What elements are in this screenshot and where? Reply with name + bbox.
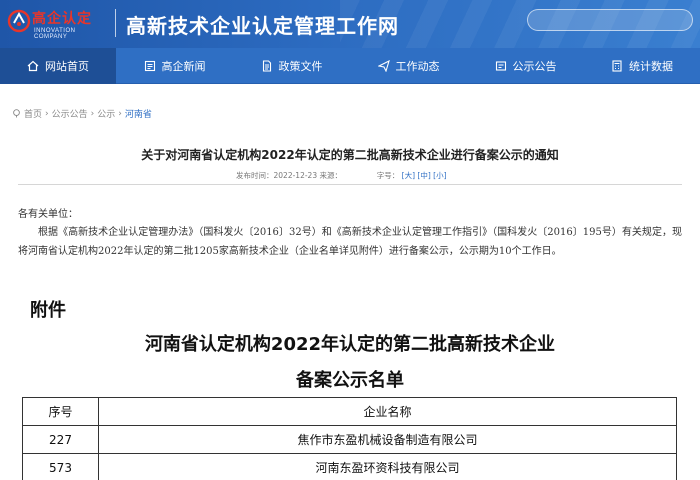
site-logo[interactable]: 高企认定 INNOVATION COMPANY bbox=[6, 5, 110, 43]
breadcrumb-separator: › bbox=[45, 108, 49, 119]
breadcrumb-home[interactable]: 首页 bbox=[24, 107, 42, 120]
article-title: 关于对河南省认定机构2022年认定的第二批高新技术企业进行备案公示的通知 bbox=[141, 148, 559, 162]
nav-label: 网站首页 bbox=[45, 60, 89, 73]
nav-label: 高企新闻 bbox=[161, 60, 206, 73]
logo-text: 高企认定 bbox=[32, 11, 92, 27]
location-icon bbox=[13, 109, 20, 118]
nav-label: 工作动态 bbox=[395, 60, 440, 73]
nav-item-news[interactable]: 高企新闻 bbox=[116, 48, 233, 84]
row-number: 227 bbox=[22, 425, 99, 454]
logo-icon bbox=[7, 9, 31, 33]
logo-subtext: INNOVATION COMPANY bbox=[34, 28, 76, 40]
nav-item-home[interactable]: 网站首页 bbox=[0, 48, 116, 84]
list-title-line1: 河南省认定机构2022年认定的第二批高新技术企业 bbox=[144, 334, 556, 355]
font-size-small-link[interactable]: [小] bbox=[433, 171, 446, 180]
article-meta: 发布时间：2022-12-23 来源： 字号： [大] [中] [小] bbox=[236, 170, 447, 181]
company-name: 焦作市东盈机械设备制造有限公司 bbox=[98, 425, 677, 454]
row-number: 573 bbox=[22, 453, 99, 480]
breadcrumb-notices[interactable]: 公示公告 bbox=[52, 107, 88, 120]
nav-item-notices[interactable]: 公示公告 bbox=[467, 48, 584, 84]
table-row: 227 焦作市东盈机械设备制造有限公司 bbox=[22, 425, 677, 454]
breadcrumb-separator: › bbox=[90, 108, 95, 119]
company-name: 河南东盈环资科技有限公司 bbox=[98, 453, 677, 480]
send-icon bbox=[377, 60, 390, 72]
nav-label: 公示公告 bbox=[512, 60, 557, 73]
breadcrumb: 首页 › 公示公告 › 公示 › 河南省 bbox=[12, 107, 152, 120]
table-header-row: 序号 企业名称 bbox=[22, 397, 677, 426]
column-header-company: 企业名称 bbox=[98, 397, 677, 426]
nav-label: 统计数据 bbox=[629, 60, 673, 73]
search-input[interactable] bbox=[538, 12, 668, 28]
column-header-number: 序号 bbox=[22, 397, 99, 426]
salutation: 各有关单位： bbox=[18, 209, 78, 220]
list-title-line2: 备案公示名单 bbox=[296, 370, 404, 391]
breadcrumb-henan[interactable]: 河南省 bbox=[125, 107, 152, 120]
font-size-medium-link[interactable]: [中] bbox=[417, 171, 430, 180]
notice-icon bbox=[495, 60, 507, 72]
calculator-icon bbox=[611, 60, 623, 72]
site-title: 高新技术企业认定管理工作网 bbox=[126, 14, 399, 38]
breadcrumb-separator: › bbox=[118, 108, 122, 119]
nav-item-work-updates[interactable]: 工作动态 bbox=[350, 48, 467, 84]
document-icon bbox=[261, 60, 273, 72]
article-body: 根据《高新技术企业认定管理办法》（国科发火〔2016〕32号）和《高新技术企业认… bbox=[18, 227, 682, 257]
breadcrumb-publicity[interactable]: 公示 bbox=[97, 107, 115, 120]
home-icon bbox=[27, 60, 39, 72]
font-size-large-link[interactable]: [大] bbox=[402, 171, 415, 180]
nav-label: 政策文件 bbox=[278, 60, 323, 73]
header-divider bbox=[115, 9, 116, 37]
nav-item-statistics[interactable]: 统计数据 bbox=[584, 48, 700, 84]
search-box[interactable] bbox=[527, 9, 693, 31]
font-size-label: 字号： bbox=[376, 171, 400, 180]
company-table: 序号 企业名称 227 焦作市东盈机械设备制造有限公司 573 河南东盈环资科技… bbox=[22, 397, 677, 480]
nav-item-policy[interactable]: 政策文件 bbox=[233, 48, 350, 84]
publish-info: 发布时间：2022-12-23 来源： bbox=[236, 171, 342, 180]
main-nav: 网站首页 高企新闻 政策文件 工作动态 公示公告 统计数据 bbox=[0, 48, 700, 84]
meta-divider bbox=[18, 184, 682, 185]
attachment-label: 附件 bbox=[30, 300, 66, 321]
table-row: 573 河南东盈环资科技有限公司 bbox=[22, 453, 677, 480]
news-icon bbox=[144, 60, 156, 72]
